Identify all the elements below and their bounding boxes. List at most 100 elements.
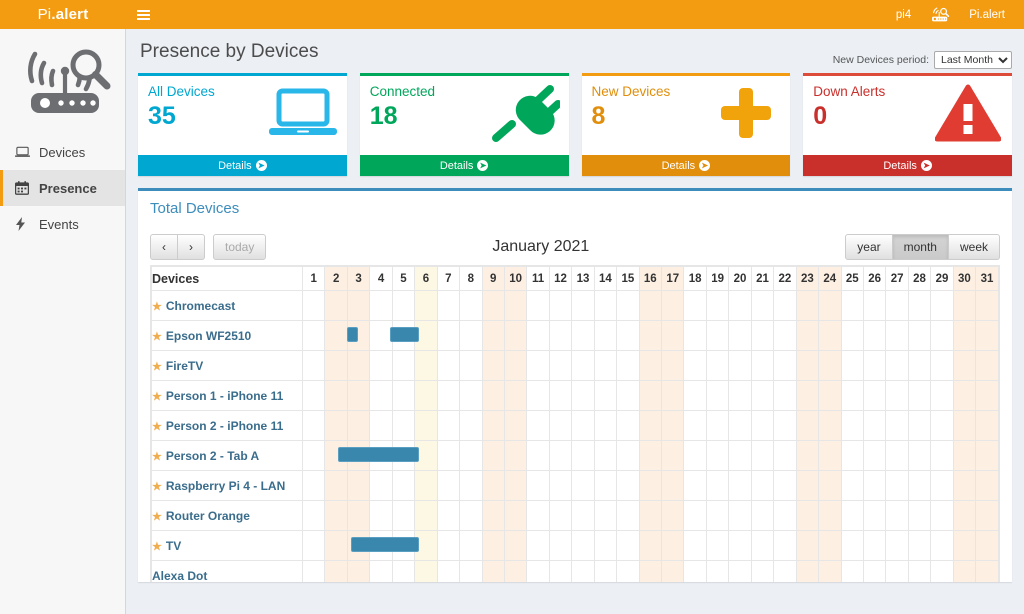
- timeline-day-cell[interactable]: [347, 321, 369, 351]
- timeline-day-cell[interactable]: [639, 351, 661, 381]
- timeline-day-cell[interactable]: [303, 291, 325, 321]
- timeline-day-cell[interactable]: [370, 561, 392, 583]
- timeline-day-cell[interactable]: [706, 441, 728, 471]
- timeline-day-cell[interactable]: [303, 561, 325, 583]
- timeline-day-cell[interactable]: [437, 291, 459, 321]
- timeline-day-cell[interactable]: [751, 501, 773, 531]
- timeline-day-cell[interactable]: [303, 471, 325, 501]
- timeline-day-cell[interactable]: [774, 561, 796, 583]
- timeline-day-cell[interactable]: [572, 321, 594, 351]
- timeline-day-cell[interactable]: [639, 411, 661, 441]
- host-label[interactable]: pi4: [887, 0, 920, 29]
- timeline-day-cell[interactable]: [863, 291, 885, 321]
- timeline-day-cell[interactable]: [886, 381, 908, 411]
- timeline-day-cell[interactable]: [662, 501, 684, 531]
- timeline-day-cell[interactable]: [863, 561, 885, 583]
- timeline-day-cell[interactable]: [347, 411, 369, 441]
- timeline-day-cell[interactable]: [841, 381, 863, 411]
- timeline-day-cell[interactable]: [460, 321, 482, 351]
- timeline-day-cell[interactable]: [303, 411, 325, 441]
- timeline-day-cell[interactable]: [460, 531, 482, 561]
- timeline-day-cell[interactable]: [549, 411, 571, 441]
- timeline-day-cell[interactable]: [908, 501, 930, 531]
- timeline-day-cell[interactable]: [460, 381, 482, 411]
- timeline-day-cell[interactable]: [504, 531, 526, 561]
- timeline-day-cell[interactable]: [931, 471, 953, 501]
- timeline-day-cell[interactable]: [976, 441, 999, 471]
- timeline-day-cell[interactable]: [549, 321, 571, 351]
- timeline-day-cell[interactable]: [819, 561, 841, 583]
- timeline-day-cell[interactable]: [908, 381, 930, 411]
- timeline-day-cell[interactable]: [796, 561, 818, 583]
- timeline-day-cell[interactable]: [751, 291, 773, 321]
- timeline-day-cell[interactable]: [504, 561, 526, 583]
- timeline-day-cell[interactable]: [639, 531, 661, 561]
- timeline-day-cell[interactable]: [819, 381, 841, 411]
- timeline-day-cell[interactable]: [976, 381, 999, 411]
- timeline-day-cell[interactable]: [796, 471, 818, 501]
- timeline-day-cell[interactable]: [931, 291, 953, 321]
- timeline-day-cell[interactable]: [863, 381, 885, 411]
- timeline-day-cell[interactable]: [482, 441, 504, 471]
- timeline-day-cell[interactable]: [886, 501, 908, 531]
- timeline-day-cell[interactable]: [662, 321, 684, 351]
- timeline-day-cell[interactable]: [415, 441, 437, 471]
- timeline-day-cell[interactable]: [347, 531, 369, 561]
- timeline-day-cell[interactable]: [841, 291, 863, 321]
- timeline-day-cell[interactable]: [549, 501, 571, 531]
- timeline-day-cell[interactable]: [617, 411, 639, 441]
- timeline-day-cell[interactable]: [886, 351, 908, 381]
- timeline-day-cell[interactable]: [819, 291, 841, 321]
- timeline-day-cell[interactable]: [931, 321, 953, 351]
- timeline-day-cell[interactable]: [976, 501, 999, 531]
- timeline-day-cell[interactable]: [303, 441, 325, 471]
- timeline-day-cell[interactable]: [639, 561, 661, 583]
- timeline-day-cell[interactable]: [886, 531, 908, 561]
- timeline-day-cell[interactable]: [774, 291, 796, 321]
- timeline-day-cell[interactable]: [482, 291, 504, 321]
- timeline-day-cell[interactable]: [504, 441, 526, 471]
- timeline-day-cell[interactable]: [953, 441, 975, 471]
- timeline-day-cell[interactable]: [774, 501, 796, 531]
- timeline-day-cell[interactable]: [549, 531, 571, 561]
- calendar-prev-button[interactable]: ‹: [150, 234, 178, 260]
- timeline-day-cell[interactable]: [953, 471, 975, 501]
- timeline-day-cell[interactable]: [841, 351, 863, 381]
- timeline-day-cell[interactable]: [572, 501, 594, 531]
- card-all-devices-details-button[interactable]: Details ➤: [138, 155, 347, 176]
- timeline-day-cell[interactable]: [303, 531, 325, 561]
- timeline-day-cell[interactable]: [347, 471, 369, 501]
- timeline-day-cell[interactable]: [639, 381, 661, 411]
- timeline-day-cell[interactable]: [527, 291, 549, 321]
- card-connected-details-button[interactable]: Details ➤: [360, 155, 569, 176]
- timeline-day-cell[interactable]: [684, 441, 706, 471]
- timeline-day-cell[interactable]: [706, 351, 728, 381]
- timeline-day-cell[interactable]: [639, 471, 661, 501]
- timeline-day-cell[interactable]: [370, 381, 392, 411]
- timeline-day-cell[interactable]: [594, 501, 616, 531]
- new-devices-period-select[interactable]: Last Month: [934, 51, 1012, 69]
- timeline-day-cell[interactable]: [819, 501, 841, 531]
- timeline-day-cell[interactable]: [751, 471, 773, 501]
- timeline-day-cell[interactable]: [527, 381, 549, 411]
- timeline-day-cell[interactable]: [886, 411, 908, 441]
- timeline-day-cell[interactable]: [415, 471, 437, 501]
- timeline-day-cell[interactable]: [392, 561, 414, 583]
- timeline-day-cell[interactable]: [953, 411, 975, 441]
- timeline-day-cell[interactable]: [774, 471, 796, 501]
- timeline-day-cell[interactable]: [706, 291, 728, 321]
- timeline-device-name[interactable]: ★Chromecast: [152, 291, 303, 321]
- timeline-day-cell[interactable]: [482, 501, 504, 531]
- timeline-day-cell[interactable]: [370, 471, 392, 501]
- timeline-day-cell[interactable]: [931, 531, 953, 561]
- timeline-day-cell[interactable]: [437, 381, 459, 411]
- timeline-day-cell[interactable]: [617, 381, 639, 411]
- timeline-day-cell[interactable]: [347, 561, 369, 583]
- timeline-day-cell[interactable]: [886, 291, 908, 321]
- timeline-day-cell[interactable]: [572, 471, 594, 501]
- timeline-day-cell[interactable]: [729, 501, 751, 531]
- timeline-day-cell[interactable]: [392, 321, 414, 351]
- timeline-day-cell[interactable]: [347, 501, 369, 531]
- timeline-day-cell[interactable]: [819, 531, 841, 561]
- timeline-day-cell[interactable]: [706, 501, 728, 531]
